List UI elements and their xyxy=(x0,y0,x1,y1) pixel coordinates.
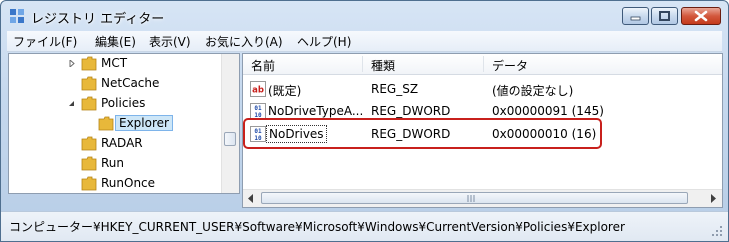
tree-item-run[interactable]: Run xyxy=(9,154,219,174)
tree-item-label: Run xyxy=(101,156,125,170)
column-header-data[interactable]: データ xyxy=(492,57,528,74)
resize-grip-icon[interactable] xyxy=(712,226,724,238)
maximize-icon xyxy=(659,11,670,21)
highlight-annotation xyxy=(243,118,602,149)
column-header-type[interactable]: 種類 xyxy=(371,57,395,74)
key-tree-pane[interactable]: MCT NetCache Policies Explorer RADAR Run… xyxy=(8,53,240,194)
list-header: 名前 種類 データ xyxy=(243,54,722,75)
value-name: (既定) xyxy=(268,84,302,98)
tree-item-explorer[interactable]: Explorer xyxy=(9,114,219,134)
close-button[interactable] xyxy=(681,7,721,25)
tree-item-label: NetCache xyxy=(101,76,160,90)
tree-item-label: RADAR xyxy=(101,136,143,150)
svg-text:ab: ab xyxy=(252,86,264,96)
minimize-icon xyxy=(630,16,641,21)
scroll-left-arrow-icon[interactable] xyxy=(247,194,255,203)
folder-icon xyxy=(81,156,97,171)
value-data: (値の設定なし) xyxy=(492,84,574,98)
folder-icon xyxy=(81,56,97,71)
registry-editor-window: レジストリ エディター ファイル(F) 編集(E) 表示(V) お気に入り(A)… xyxy=(0,0,729,242)
tree-item-radar[interactable]: RADAR xyxy=(9,134,219,154)
collapse-arrow-icon[interactable] xyxy=(68,100,75,107)
tree-item-netcache[interactable]: NetCache xyxy=(9,74,219,94)
value-type: REG_DWORD xyxy=(371,104,451,118)
value-type: REG_SZ xyxy=(371,82,419,96)
close-icon xyxy=(694,10,708,22)
tree-item-label: Policies xyxy=(101,96,146,110)
expand-arrow-icon[interactable] xyxy=(69,60,76,67)
menu-edit[interactable]: 編集(E) xyxy=(95,33,136,50)
scroll-right-arrow-icon[interactable] xyxy=(709,194,717,203)
menu-file[interactable]: ファイル(F) xyxy=(13,33,77,50)
tree-item-label: RunOnce xyxy=(101,176,156,190)
tree-item-label-selected: Explorer xyxy=(115,115,173,131)
menu-bar: ファイル(F) 編集(E) 表示(V) お気に入り(A) ヘルプ(H) xyxy=(7,31,722,52)
status-path: コンピューター¥HKEY_CURRENT_USER¥Software¥Micro… xyxy=(9,220,625,234)
table-row[interactable]: ab (既定) REG_SZ (値の設定なし) xyxy=(243,78,722,100)
maximize-button[interactable] xyxy=(651,7,678,25)
tree-item-runonce[interactable]: RunOnce xyxy=(9,174,219,193)
binary-value-icon: 01 10 xyxy=(250,103,266,119)
folder-icon xyxy=(81,176,97,191)
grip-icon xyxy=(467,195,475,202)
value-data: 0x00000091 (145) xyxy=(492,104,604,118)
title-bar[interactable]: レジストリ エディター xyxy=(1,1,728,31)
window-title: レジストリ エディター xyxy=(31,12,165,27)
folder-icon xyxy=(81,96,97,111)
value-name: NoDriveTypeA... xyxy=(268,104,364,118)
scrollbar-thumb[interactable] xyxy=(224,132,236,146)
string-value-icon: ab xyxy=(250,81,266,97)
column-divider[interactable] xyxy=(362,56,363,72)
tree-item-label: MCT xyxy=(101,56,128,70)
folder-icon xyxy=(98,116,114,131)
folder-icon xyxy=(81,76,97,91)
tree-item-mct[interactable]: MCT xyxy=(9,54,219,74)
menu-help[interactable]: ヘルプ(H) xyxy=(297,33,351,50)
registry-editor-icon xyxy=(10,9,24,23)
menu-favorites[interactable]: お気に入り(A) xyxy=(205,33,283,50)
menu-view[interactable]: 表示(V) xyxy=(149,33,191,50)
column-header-name[interactable]: 名前 xyxy=(251,57,275,74)
list-horizontal-scrollbar[interactable] xyxy=(243,189,722,207)
tree-vertical-scrollbar[interactable] xyxy=(221,54,239,193)
folder-icon xyxy=(81,136,97,151)
status-bar: コンピューター¥HKEY_CURRENT_USER¥Software¥Micro… xyxy=(1,211,728,241)
tree-item-policies[interactable]: Policies xyxy=(9,94,219,114)
scrollbar-thumb[interactable] xyxy=(261,192,688,204)
svg-text:01: 01 xyxy=(254,105,262,112)
minimize-button[interactable] xyxy=(622,7,649,25)
column-divider[interactable] xyxy=(483,56,484,72)
